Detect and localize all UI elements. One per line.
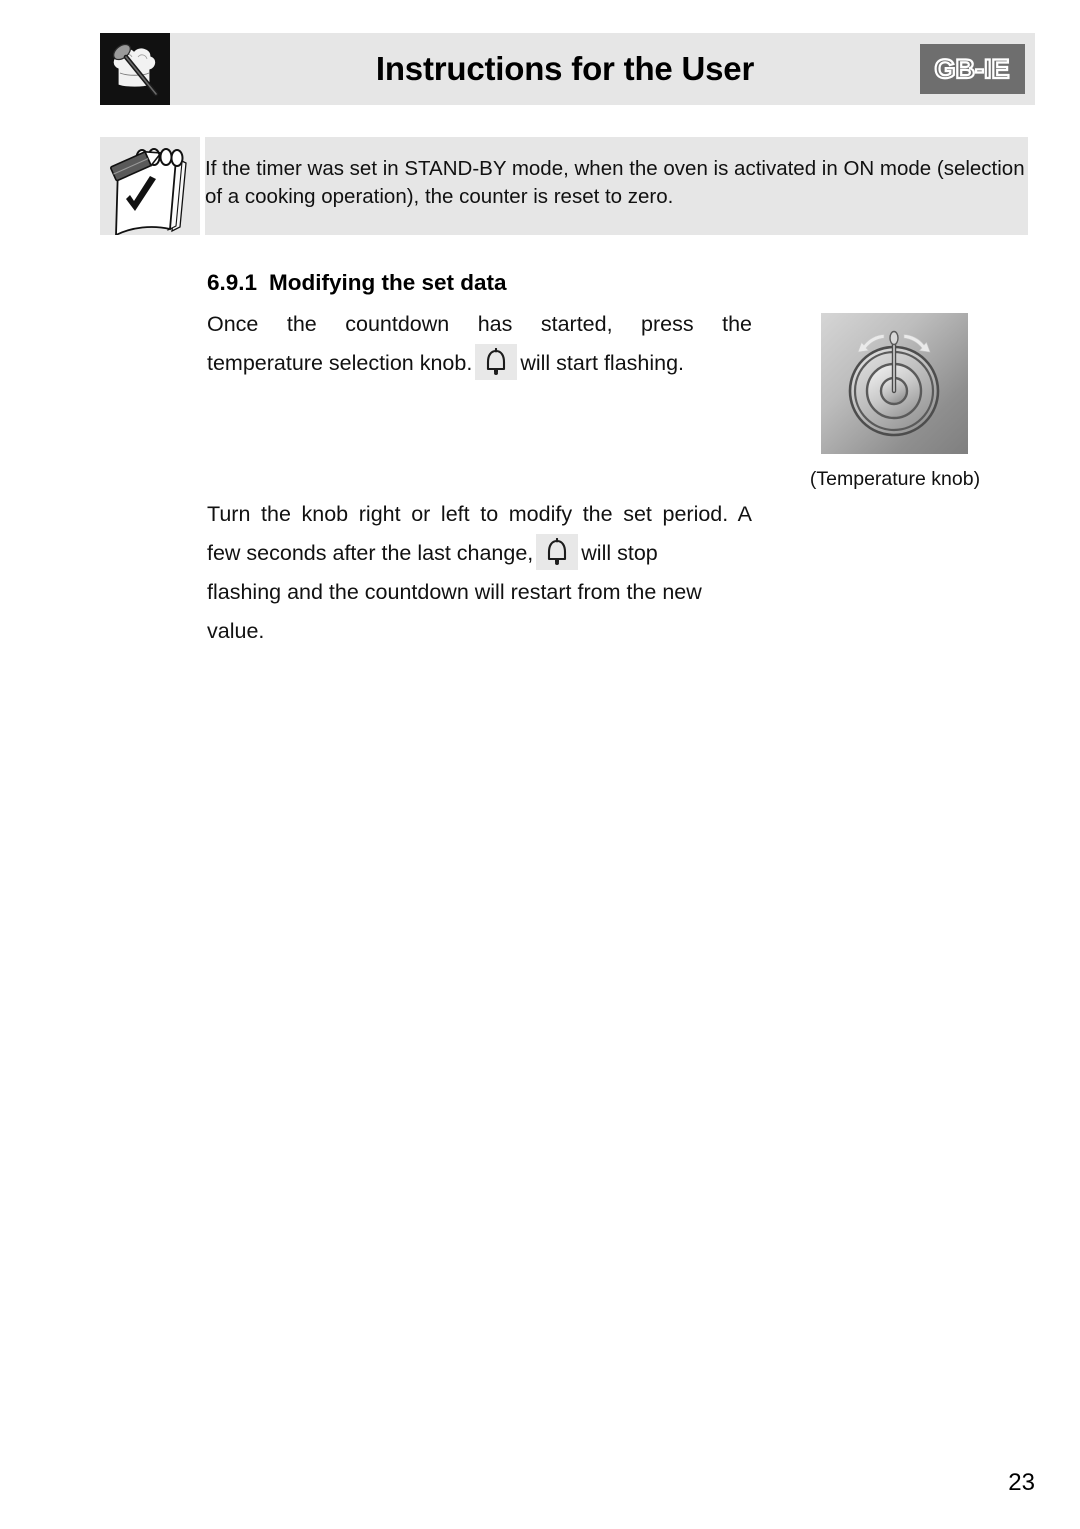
figure-caption: (Temperature knob) [809,468,981,490]
paragraph-2-line-4: value. [207,619,265,643]
note-text-line-1: If the timer was set in STAND-BY mode, w… [205,157,1025,180]
language-badge-text: GB-IE [934,54,1009,84]
bell-icon [475,344,518,380]
chef-hat-spoon-icon [100,33,170,105]
temperature-knob-image [821,313,968,454]
paragraph-2-line-2-after: will stop [581,541,658,565]
paragraph-1-line-1: Once the countdown has started, press th… [207,312,752,336]
paragraph-2-line-2-before: few seconds after the last change, [207,541,534,565]
bell-icon [536,534,579,570]
paragraph-2-line-3: flashing and the countdown will restart … [207,580,702,604]
paragraph-modify-step-1: Once the countdown has started, press th… [207,305,752,383]
paragraph-modify-step-2: Turn the knob right or left to modify th… [207,495,752,651]
section-title: Modifying the set data [269,270,507,295]
note-callout: If the timer was set in STAND-BY mode, w… [100,137,1028,237]
page-title: Instructions for the User [375,50,755,87]
page-number: 23 [1008,1469,1035,1496]
paragraph-1-line-2-after: will start flashing. [520,351,685,375]
paragraph-2-line-1: Turn the knob right or left to modify th… [207,502,752,526]
paragraph-1-line-2: temperature selection knob. will start fl… [207,344,752,383]
note-text-line-2: of a cooking operation), the counter is … [205,185,674,208]
language-badge: GB-IE GB-IE [920,44,1025,94]
section-number: 6.9.1 [207,270,258,295]
paragraph-2-line-2: few seconds after the last change, will s… [207,534,752,573]
section-heading: 6.9.1 Modifying the set data [207,270,507,296]
notepad-pencil-check-icon [100,137,200,237]
note-text: If the timer was set in STAND-BY mode, w… [205,155,1025,211]
page-header: Instructions for the User GB-IE GB-IE [100,33,1035,105]
paragraph-1-line-2-before: temperature selection knob. [207,351,473,375]
note-text-box: If the timer was set in STAND-BY mode, w… [205,137,1028,235]
